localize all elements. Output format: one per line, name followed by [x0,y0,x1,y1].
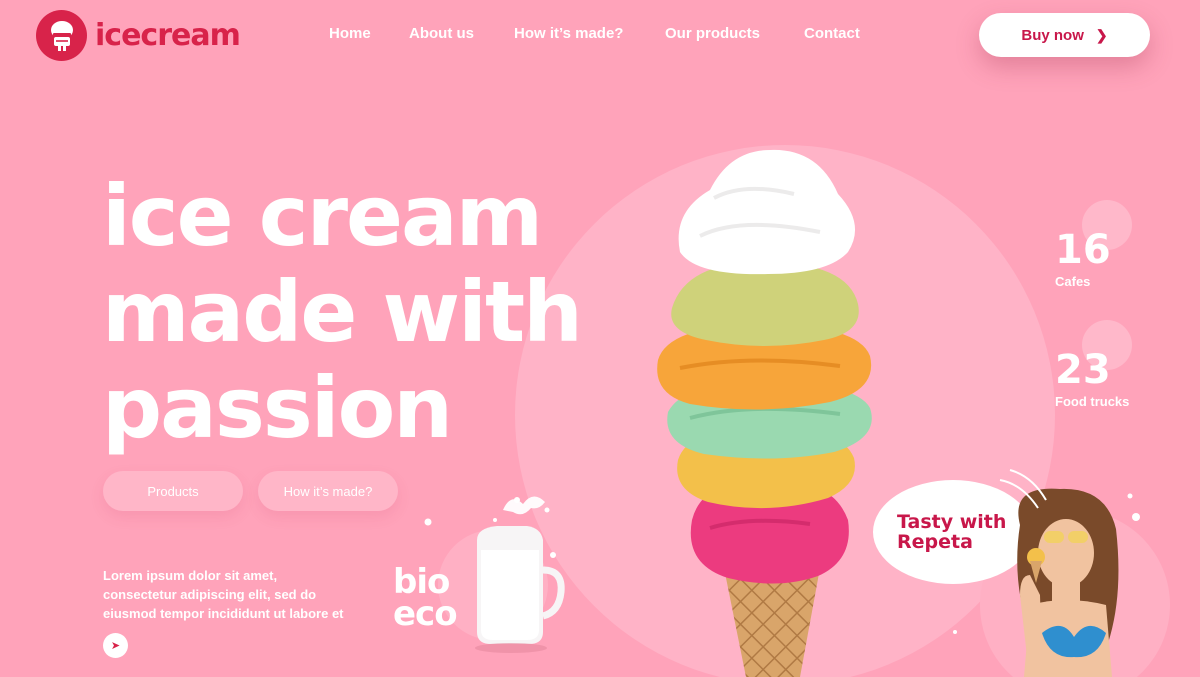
decorative-dots [424,469,1140,634]
